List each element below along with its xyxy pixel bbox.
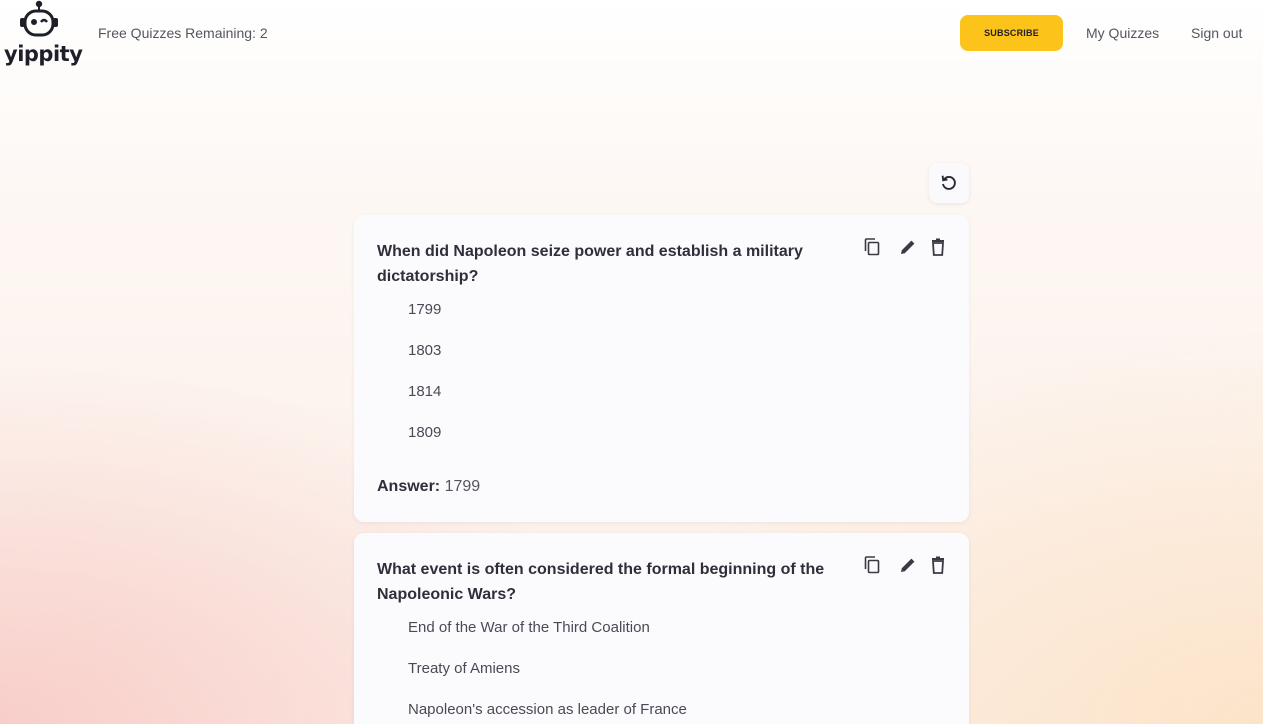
card-actions [862, 555, 952, 577]
logo-text: yippity [4, 42, 83, 66]
option-item[interactable]: Treaty of Amiens [408, 660, 520, 677]
question-card: When did Napoleon seize power and establ… [354, 215, 969, 522]
question-card: What event is often considered the forma… [354, 533, 969, 724]
copy-icon[interactable] [862, 555, 882, 575]
reset-button[interactable] [929, 163, 969, 203]
question-text: When did Napoleon seize power and establ… [377, 243, 803, 285]
option-item[interactable]: 1803 [408, 342, 441, 359]
my-quizzes-link[interactable]: My Quizzes [1086, 25, 1159, 41]
copy-icon[interactable] [862, 237, 882, 257]
answer-line: Answer: 1799 [377, 478, 480, 496]
top-header: yippity Free Quizzes Remaining: 2 SUBSCR… [0, 0, 1263, 80]
pencil-icon[interactable] [898, 237, 918, 257]
card-actions [862, 237, 952, 259]
option-item[interactable]: 1809 [408, 424, 441, 441]
question-text: What event is often considered the forma… [377, 561, 825, 603]
robot-logo-icon [20, 0, 58, 37]
answer-label: Answer: [377, 478, 441, 495]
trash-icon[interactable] [928, 555, 948, 575]
yippity-logo[interactable]: yippity [2, 0, 83, 70]
option-item[interactable]: 1799 [408, 301, 441, 318]
pencil-icon[interactable] [898, 555, 918, 575]
option-item[interactable]: Napoleon's accession as leader of France [408, 701, 687, 718]
answer-value: 1799 [444, 478, 481, 495]
subscribe-button[interactable]: SUBSCRIBE [960, 15, 1063, 51]
refresh-icon [941, 175, 956, 190]
free-quizzes-remaining: Free Quizzes Remaining: 2 [98, 25, 268, 41]
sign-out-link[interactable]: Sign out [1191, 25, 1242, 41]
trash-icon[interactable] [928, 237, 948, 257]
option-item[interactable]: End of the War of the Third Coalition [408, 619, 650, 636]
option-item[interactable]: 1814 [408, 383, 441, 400]
